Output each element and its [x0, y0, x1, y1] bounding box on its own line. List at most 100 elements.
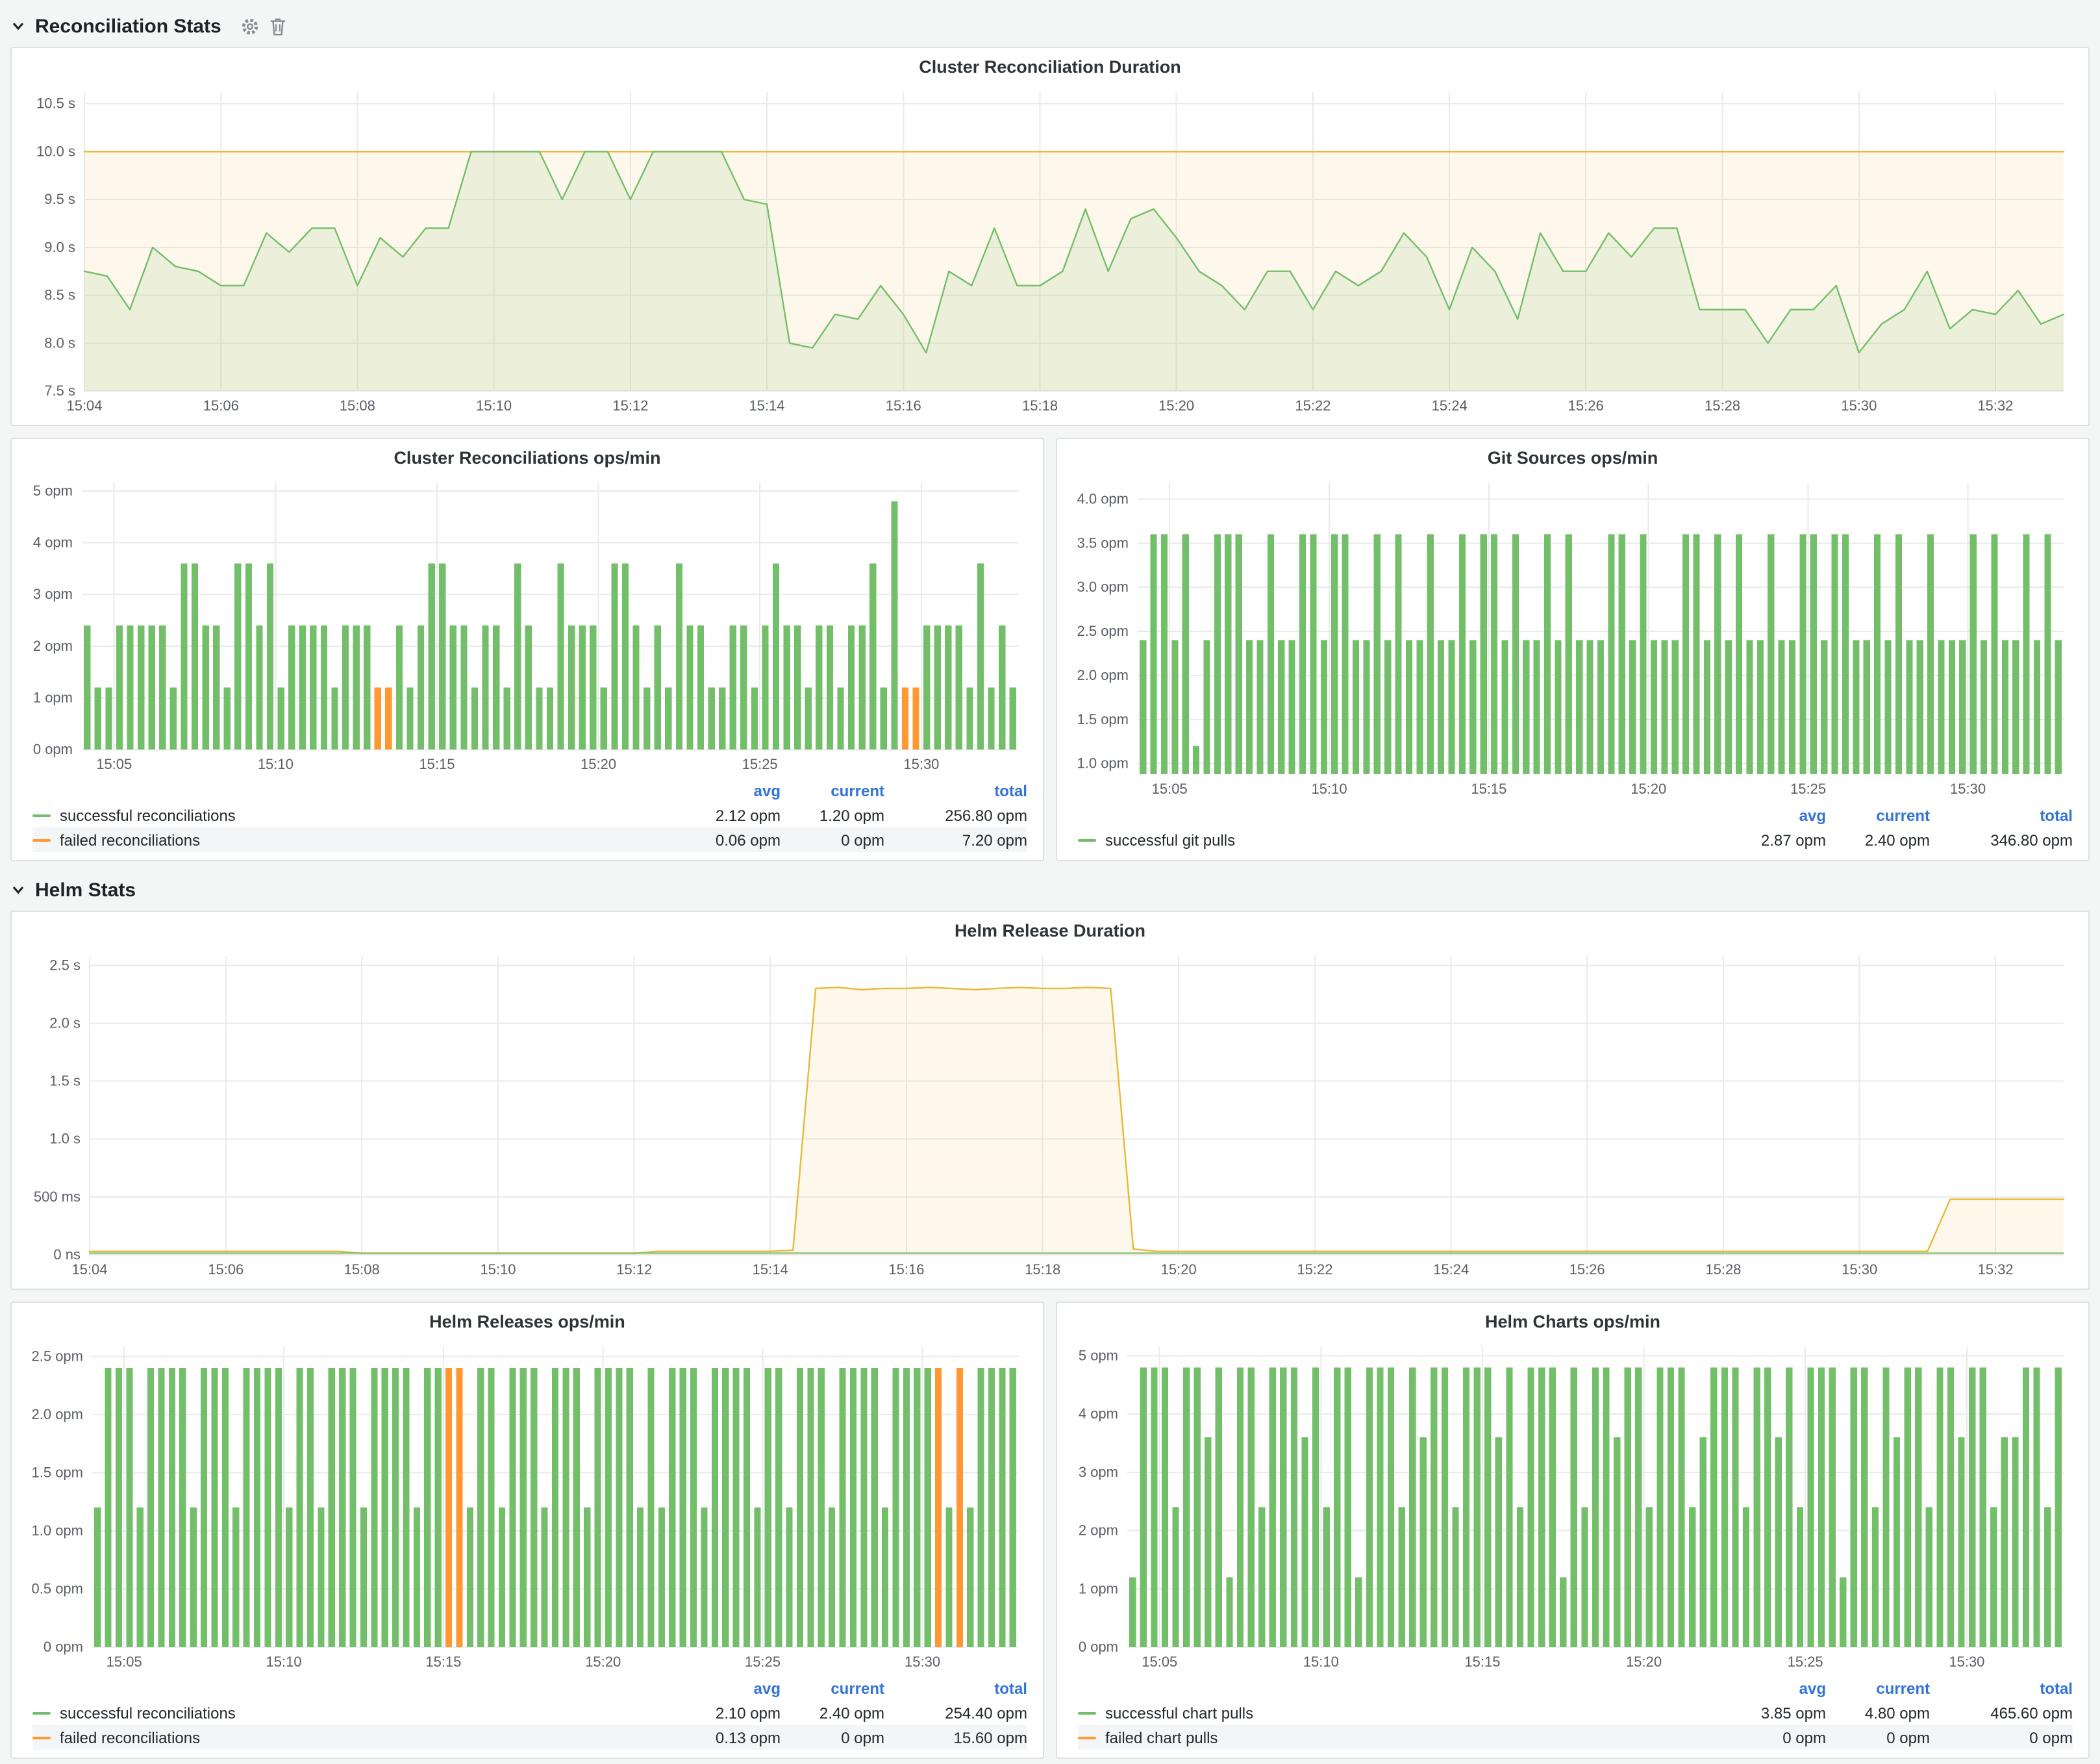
bar	[94, 1507, 101, 1647]
legend-col-avg[interactable]: avg	[1683, 806, 1826, 824]
chart-cluster-reconciliations-opm: 0 opm1 opm2 opm3 opm4 opm5 opm15:0515:10…	[25, 473, 1030, 775]
bar	[493, 625, 499, 750]
chevron-down-icon[interactable]	[10, 882, 26, 898]
legend-col-avg[interactable]: avg	[638, 781, 781, 800]
bar	[1258, 1507, 1265, 1647]
section-title[interactable]: Helm Stats	[35, 879, 136, 901]
y-axis-label: 0 opm	[33, 741, 73, 757]
bar	[1905, 1367, 1911, 1647]
legend-col-total[interactable]: total	[884, 781, 1027, 800]
legend-col-total[interactable]: total	[1930, 806, 2073, 824]
legend-label[interactable]: successful chart pulls	[1105, 1704, 1253, 1722]
panel-title[interactable]: Git Sources ops/min	[1070, 444, 2075, 473]
legend-col-avg[interactable]: avg	[1683, 1679, 1826, 1697]
legend-col-current[interactable]: current	[1826, 806, 1930, 824]
section-reconciliation-stats[interactable]: Reconciliation Stats	[10, 10, 2090, 42]
legend-label[interactable]: failed reconciliations	[60, 831, 200, 849]
bar	[881, 687, 887, 750]
trash-icon[interactable]	[269, 16, 288, 36]
x-axis-label: 15:30	[1841, 397, 1877, 414]
bar	[1721, 1367, 1728, 1647]
bar	[429, 563, 435, 750]
section-helm-stats[interactable]: Helm Stats	[10, 874, 2090, 905]
bar	[1355, 1577, 1362, 1647]
bar	[1268, 535, 1274, 774]
legend-value-current: 0 opm	[781, 831, 884, 849]
bar	[999, 1368, 1005, 1647]
x-axis-label: 15:10	[258, 756, 294, 772]
x-axis-label: 15:20	[581, 756, 616, 772]
y-axis-label: 0 opm	[44, 1639, 83, 1655]
bar	[797, 1368, 803, 1647]
section-title[interactable]: Reconciliation Stats	[35, 15, 221, 37]
bar	[2044, 1507, 2051, 1647]
bar	[520, 1368, 527, 1647]
bar	[1246, 640, 1253, 774]
legend-label[interactable]: successful git pulls	[1105, 831, 1235, 849]
gear-icon[interactable]	[241, 16, 260, 36]
bar	[1853, 640, 1859, 774]
legend-col-current[interactable]: current	[781, 781, 884, 800]
x-axis-label: 15:15	[1464, 1654, 1500, 1670]
bar	[84, 625, 90, 750]
bar	[1608, 535, 1614, 774]
bar	[1640, 535, 1646, 774]
bar	[1682, 535, 1689, 774]
x-axis-label: 15:30	[1842, 1261, 1877, 1278]
bar	[1991, 535, 1997, 774]
chart-helm-releases-opm: 0 opm0.5 opm1.0 opm1.5 opm2.0 opm2.5 opm…	[25, 1337, 1030, 1673]
legend-label[interactable]: successful reconciliations	[60, 806, 236, 824]
bar	[775, 1368, 782, 1647]
bar	[1226, 1577, 1232, 1647]
panel-title[interactable]: Helm Releases ops/min	[25, 1308, 1030, 1337]
bar	[730, 625, 736, 750]
bar	[211, 1368, 218, 1647]
x-axis-label: 15:04	[71, 1261, 107, 1278]
bar	[805, 687, 812, 750]
bar	[1216, 1367, 1222, 1647]
bar	[1926, 1507, 1932, 1647]
legend-col-current[interactable]: current	[781, 1679, 884, 1697]
bar	[1416, 640, 1423, 774]
bar	[1797, 1507, 1803, 1647]
panel-title[interactable]: Cluster Reconciliation Duration	[25, 53, 2075, 82]
bar	[557, 563, 564, 750]
legend-label[interactable]: failed chart pulls	[1105, 1728, 1218, 1746]
bar	[2055, 640, 2062, 774]
panel-title[interactable]: Helm Release Duration	[25, 917, 2075, 946]
legend-row: successful reconciliations2.10 opm2.40 o…	[32, 1700, 1027, 1725]
bar	[1299, 535, 1306, 774]
y-axis-label: 2 opm	[33, 638, 73, 654]
x-axis-label: 15:25	[742, 756, 778, 772]
bar	[2012, 1437, 2018, 1647]
legend-header: avgcurrenttotal	[1078, 803, 2073, 827]
bar	[382, 1368, 388, 1647]
bar	[1484, 1367, 1491, 1647]
bar	[1818, 1367, 1825, 1647]
legend-label[interactable]: failed reconciliations	[60, 1728, 200, 1746]
chevron-down-icon[interactable]	[10, 18, 26, 34]
legend-value-total: 15.60 opm	[884, 1728, 1027, 1746]
bar	[1753, 1367, 1760, 1647]
x-axis-label: 15:20	[1626, 1654, 1662, 1670]
legend-label[interactable]: successful reconciliations	[60, 1704, 236, 1722]
x-axis-label: 15:16	[888, 1261, 924, 1278]
bar	[403, 1368, 409, 1647]
bar	[371, 1368, 377, 1647]
bar	[542, 1507, 548, 1647]
panel-helm-release-duration: Helm Release Duration 0 ns500 ms1.0 s1.5…	[10, 911, 2090, 1290]
bar	[1225, 535, 1231, 774]
bar	[1194, 1367, 1201, 1647]
legend-col-avg[interactable]: avg	[638, 1679, 781, 1697]
panel-title[interactable]: Helm Charts ops/min	[1070, 1308, 2075, 1337]
panel-title[interactable]: Cluster Reconciliations ops/min	[25, 444, 1030, 473]
legend-col-total[interactable]: total	[1930, 1679, 2073, 1697]
y-axis-label: 7.5 s	[44, 383, 75, 399]
y-axis-label: 2.5 s	[49, 957, 81, 973]
legend-col-total[interactable]: total	[884, 1679, 1027, 1697]
legend-col-current[interactable]: current	[1826, 1679, 1930, 1697]
bar	[590, 625, 596, 750]
bar	[1625, 1367, 1631, 1647]
x-axis-label: 15:12	[616, 1261, 652, 1278]
bar	[1810, 535, 1817, 774]
